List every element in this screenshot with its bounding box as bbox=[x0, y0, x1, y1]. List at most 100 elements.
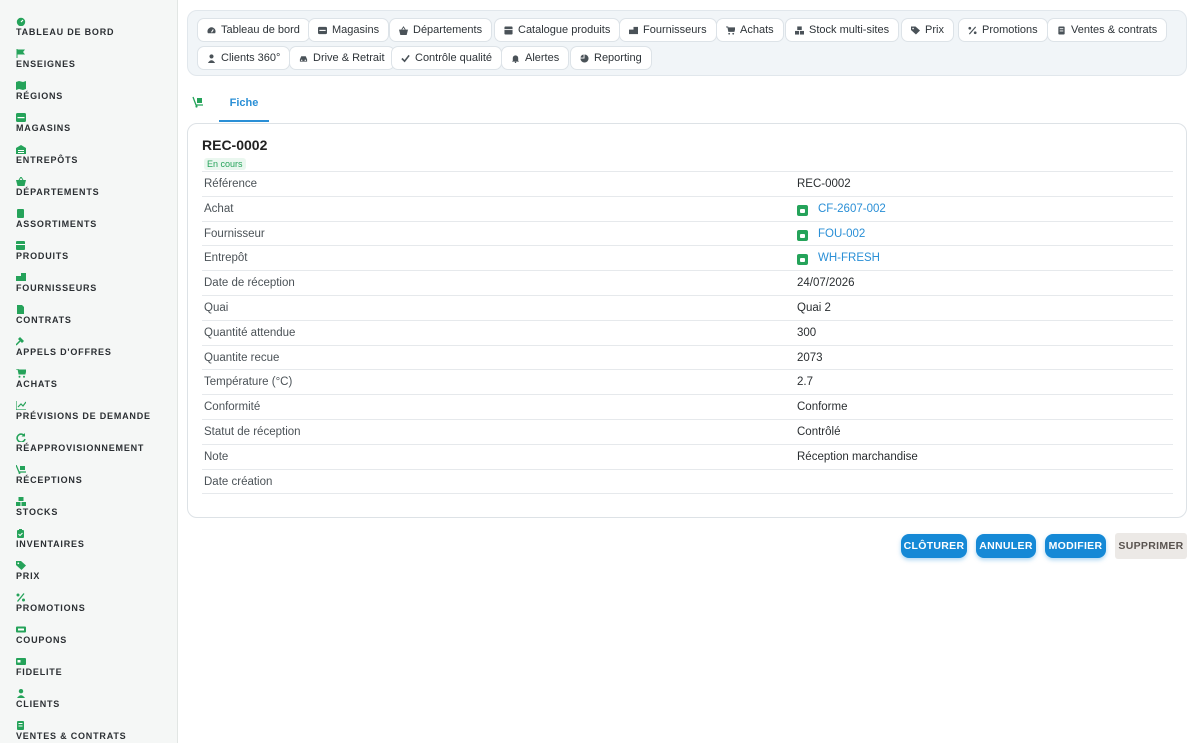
sidebar-item-fournisseurs[interactable]: FOURNISSEURS bbox=[16, 273, 166, 295]
achat-link[interactable]: CF-2607-002 bbox=[818, 203, 886, 215]
sidebar-item-label: PRÉVISIONS DE DEMANDE bbox=[16, 411, 151, 421]
sidebar-item-label: APPELS D'OFFRES bbox=[16, 347, 112, 357]
sidebar-item-achats[interactable]: ACHATS bbox=[16, 369, 166, 391]
truck-icon bbox=[16, 273, 26, 281]
sidebar-item-label: CONTRATS bbox=[16, 315, 72, 325]
sidebar-item-label: CLIENTS bbox=[16, 699, 61, 709]
nav-label: Ventes & contrats bbox=[1071, 24, 1158, 36]
flag-icon bbox=[16, 49, 25, 58]
field-row: Note Réception marchandise bbox=[202, 445, 1173, 470]
sidebar-item-stocks[interactable]: STOCKS bbox=[16, 497, 166, 519]
link-entity-icon bbox=[797, 229, 808, 241]
percent-icon bbox=[968, 26, 977, 34]
clipboard-icon bbox=[17, 529, 24, 538]
field-label: Achat bbox=[204, 202, 234, 215]
field-row: Entrepôt WH-FRESH bbox=[202, 246, 1173, 272]
sidebar-item-label: RÉGIONS bbox=[16, 91, 64, 101]
nav-achats[interactable]: Achats bbox=[716, 18, 784, 42]
boxes-icon bbox=[16, 497, 26, 506]
sidebar-item-magasins[interactable]: MAGASINS bbox=[16, 113, 166, 135]
field-label: Référence bbox=[204, 178, 258, 190]
sidebar-item-reapprovisionnement[interactable]: RÉAPPROVISIONNEMENT bbox=[16, 433, 166, 455]
field-value: Conforme bbox=[797, 401, 848, 414]
dashboard-icon bbox=[16, 17, 26, 26]
sidebar-item-departements[interactable]: DÉPARTEMENTS bbox=[16, 177, 166, 199]
cloturer-button[interactable]: CLÔTURER bbox=[901, 534, 967, 558]
sidebar-item-fidelite[interactable]: FIDELITE bbox=[16, 657, 166, 679]
nav-alertes[interactable]: Alertes bbox=[501, 46, 570, 70]
nav-departements[interactable]: Départements bbox=[389, 18, 493, 42]
sidebar-item-label: TABLEAU DE BORD bbox=[16, 27, 115, 37]
sidebar-item-label: ENTREPÔTS bbox=[16, 155, 79, 165]
supprimer-button[interactable]: SUPPRIMER bbox=[1115, 533, 1187, 559]
nav-promotions[interactable]: Promotions bbox=[958, 18, 1048, 42]
sidebar-item-receptions[interactable]: RÉCEPTIONS bbox=[16, 465, 166, 487]
nav-label: Tableau de bord bbox=[221, 24, 300, 36]
nav-controle-qualite[interactable]: Contrôle qualité bbox=[391, 46, 503, 70]
sidebar-item-clients[interactable]: CLIENTS bbox=[16, 689, 166, 711]
sidebar-item-label: FOURNISSEURS bbox=[16, 283, 98, 293]
nav-fournisseurs[interactable]: Fournisseurs bbox=[619, 18, 717, 42]
field-value: 2.7 bbox=[797, 376, 813, 389]
box-icon bbox=[504, 25, 513, 35]
sidebar-item-label: FIDELITE bbox=[16, 667, 63, 677]
sidebar-item-previsions-de-demande[interactable]: PRÉVISIONS DE DEMANDE bbox=[16, 401, 166, 423]
nav-label: Départements bbox=[413, 24, 483, 36]
nav-label: Promotions bbox=[982, 24, 1038, 36]
sidebar-item-enseignes[interactable]: ENSEIGNES bbox=[16, 49, 166, 71]
field-label: Date création bbox=[204, 475, 273, 488]
sidebar-item-coupons[interactable]: COUPONS bbox=[16, 625, 166, 647]
field-row: Quantité attendue 300 bbox=[202, 321, 1173, 346]
sidebar-item-inventaires[interactable]: INVENTAIRES bbox=[16, 529, 166, 551]
sidebar-item-ventes-contrats[interactable]: VENTES & CONTRATS bbox=[16, 721, 166, 743]
annuler-button[interactable]: ANNULER bbox=[976, 534, 1036, 558]
field-label: Quantite recue bbox=[204, 351, 280, 364]
nav-clients-360[interactable]: Clients 360° bbox=[197, 46, 291, 70]
nav-ventes-contrats[interactable]: Ventes & contrats bbox=[1047, 18, 1168, 42]
sidebar-item-entrepots[interactable]: ENTREPÔTS bbox=[16, 145, 166, 167]
nav-tableau-de-bord[interactable]: Tableau de bord bbox=[197, 18, 310, 42]
nav-prix[interactable]: Prix bbox=[901, 18, 954, 42]
nav-reporting[interactable]: Reporting bbox=[570, 46, 652, 70]
cart-icon bbox=[16, 369, 26, 378]
sidebar-item-label: RÉAPPROVISIONNEMENT bbox=[16, 443, 145, 453]
nav-label: Magasins bbox=[332, 24, 380, 36]
sidebar-item-tableau-de-bord[interactable]: TABLEAU DE BORD bbox=[16, 17, 166, 39]
field-row: Achat CF-2607-002 bbox=[202, 197, 1173, 222]
sidebar-item-produits[interactable]: PRODUITS bbox=[16, 241, 166, 263]
modifier-button[interactable]: MODIFIER bbox=[1045, 534, 1106, 558]
field-label: Entrepôt bbox=[204, 252, 248, 265]
entrepot-link[interactable]: WH-FRESH bbox=[818, 252, 880, 264]
nav-label: Drive & Retrait bbox=[313, 52, 385, 64]
field-label: Quantité attendue bbox=[204, 326, 296, 339]
sidebar-item-assortiments[interactable]: ASSORTIMENTS bbox=[16, 209, 166, 231]
field-row: Statut de réception Contrôlé bbox=[202, 420, 1173, 445]
nav-stock-multi-sites[interactable]: Stock multi-sites bbox=[785, 18, 900, 42]
sidebar-item-label: RÉCEPTIONS bbox=[16, 475, 83, 485]
sidebar-item-contrats[interactable]: CONTRATS bbox=[16, 305, 166, 327]
gavel-icon bbox=[16, 337, 24, 346]
sidebar: TABLEAU DE BORD ENSEIGNES RÉGIONS MAGASI… bbox=[0, 0, 178, 743]
field-value: Quai 2 bbox=[797, 301, 831, 314]
nav-magasins[interactable]: Magasins bbox=[308, 18, 390, 42]
sidebar-item-label: ACHATS bbox=[16, 379, 58, 389]
box-icon bbox=[16, 241, 25, 250]
field-row: Fournisseur FOU-002 bbox=[202, 222, 1173, 247]
basket-icon bbox=[399, 25, 408, 35]
sidebar-item-appels-doffres[interactable]: APPELS D'OFFRES bbox=[16, 337, 166, 359]
nav-drive-retrait[interactable]: Drive & Retrait bbox=[289, 46, 395, 70]
nav-catalogue-produits[interactable]: Catalogue produits bbox=[494, 18, 621, 42]
sidebar-item-regions[interactable]: RÉGIONS bbox=[16, 81, 166, 103]
field-label: Température (°C) bbox=[204, 376, 293, 389]
sidebar-item-promotions[interactable]: PROMOTIONS bbox=[16, 593, 166, 615]
field-row: Date création bbox=[202, 470, 1173, 495]
check-icon bbox=[401, 54, 410, 62]
field-label: Fournisseur bbox=[204, 227, 265, 240]
top-navigation: Tableau de bord Magasins Départements Ca… bbox=[187, 10, 1187, 76]
truck-icon bbox=[629, 26, 638, 34]
sidebar-item-prix[interactable]: PRIX bbox=[16, 561, 166, 583]
warehouse-icon bbox=[16, 145, 26, 154]
field-value: 2073 bbox=[797, 351, 823, 364]
tab-fiche[interactable]: Fiche bbox=[219, 88, 269, 122]
fournisseur-link[interactable]: FOU-002 bbox=[818, 228, 865, 240]
